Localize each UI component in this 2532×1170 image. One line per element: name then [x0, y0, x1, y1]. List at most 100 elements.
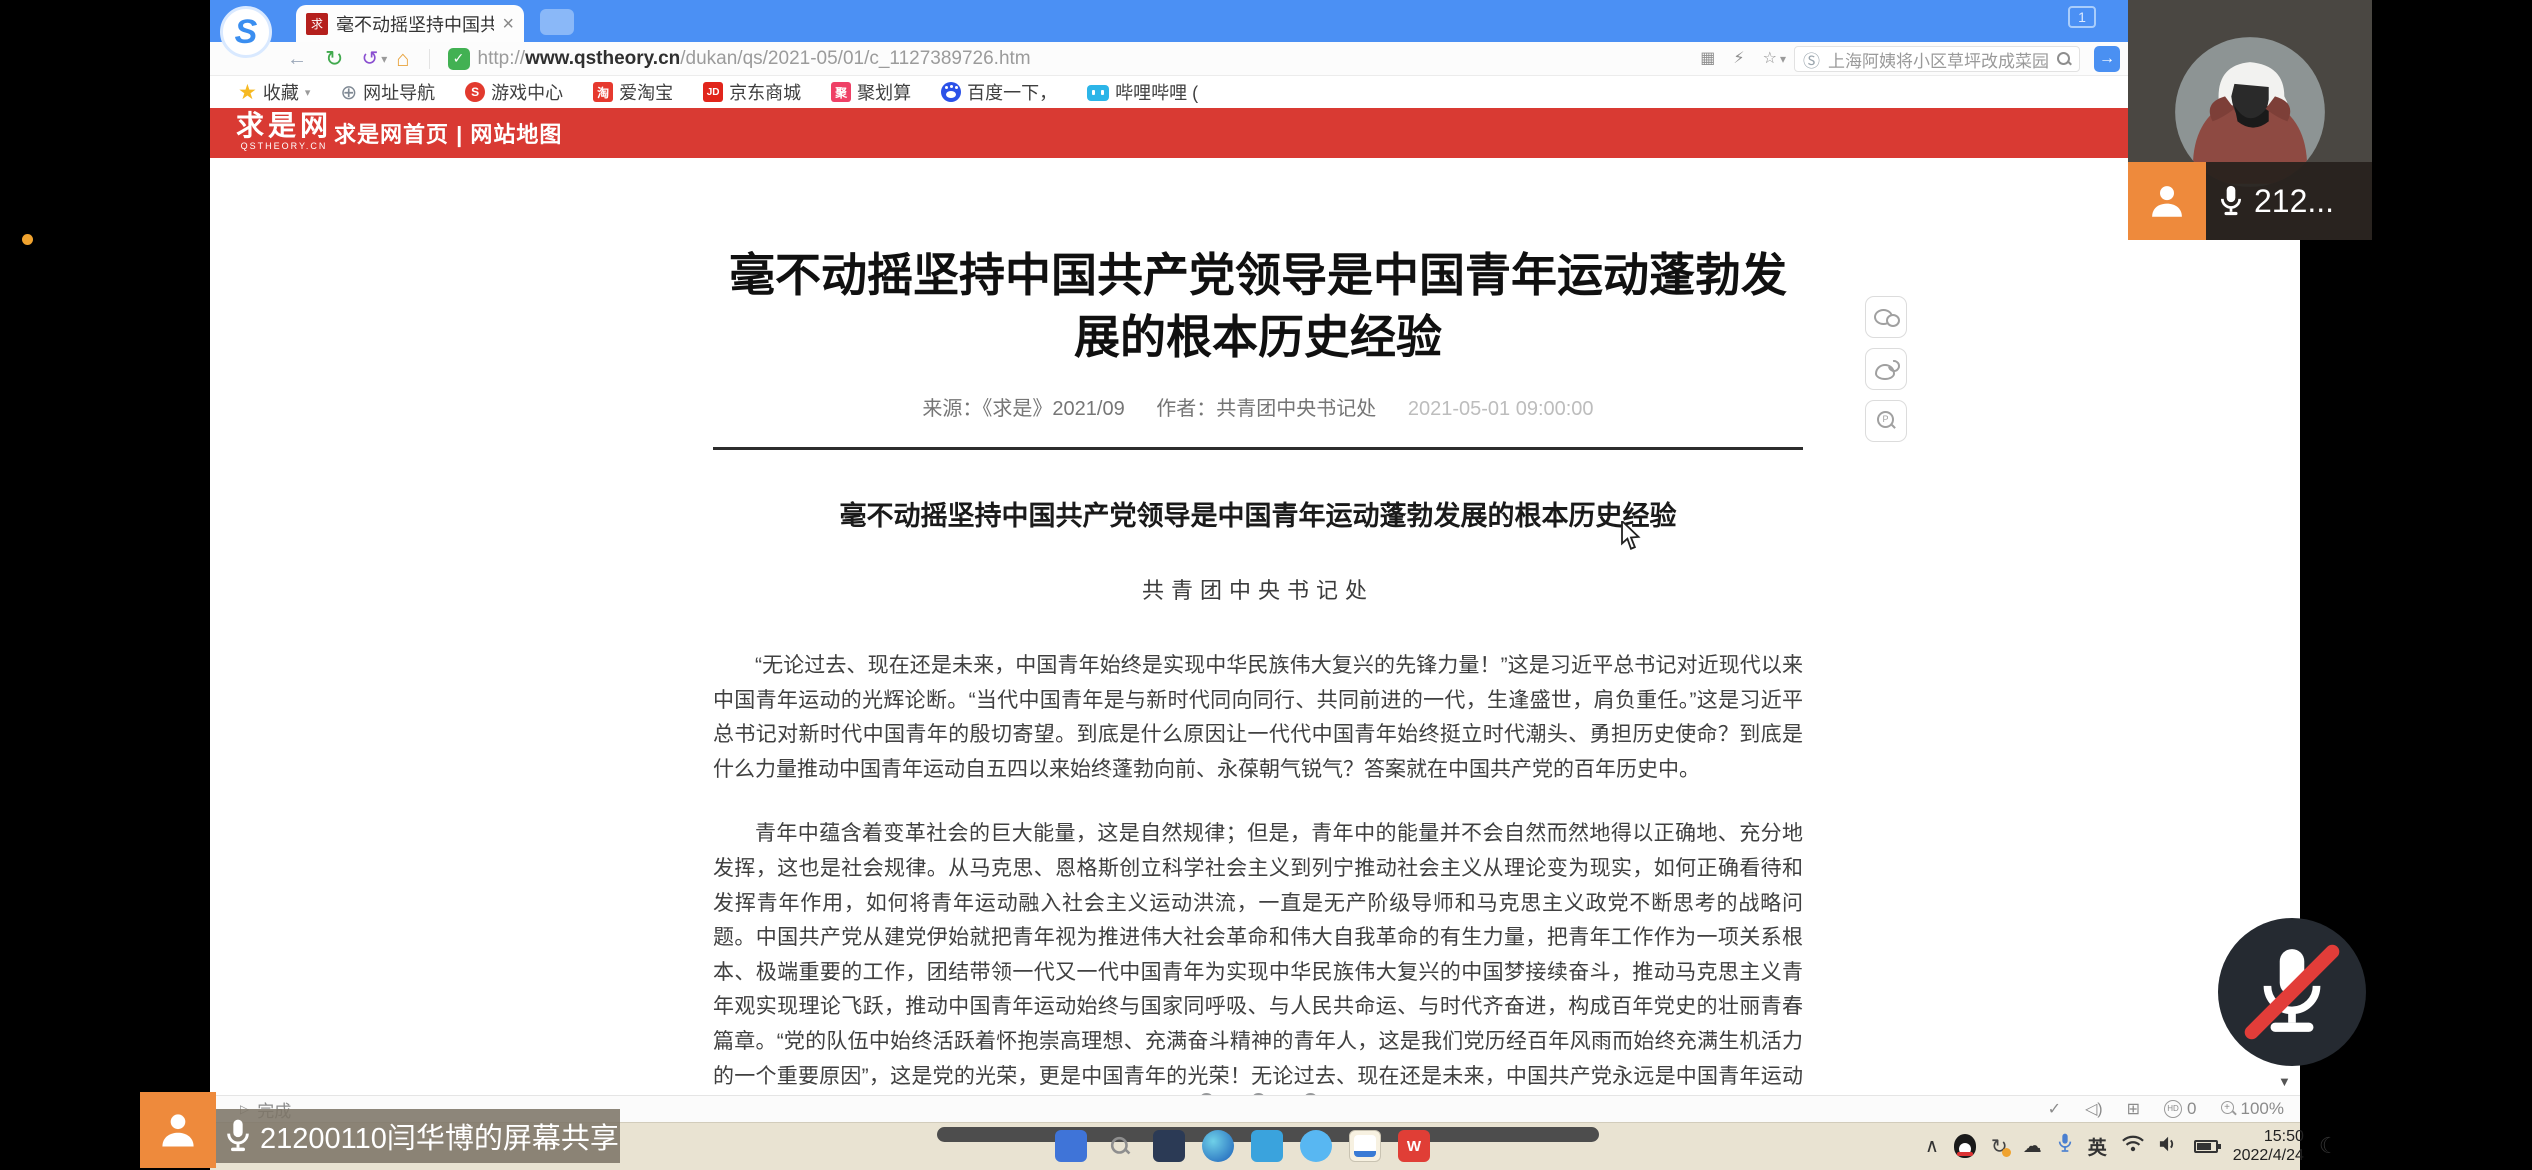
reload-icon[interactable]: ↻ [325, 44, 343, 74]
screen-share-label: 21200110闫华博的屏幕共享 [260, 1115, 619, 1157]
participant-video-thumbnail[interactable]: 212... [2128, 0, 2372, 240]
participant-role-badge [2128, 162, 2206, 240]
status-case-icon[interactable]: ⊞ [2127, 1099, 2140, 1119]
sogou-browser-logo[interactable]: S [220, 6, 272, 58]
tray-date: 2022/4/24 [2233, 1146, 2304, 1165]
annotation-dot [22, 234, 33, 245]
wechat-icon [1874, 309, 1898, 325]
participant-name-bar: 212... [2206, 162, 2372, 240]
tray-time: 15:50 [2233, 1127, 2304, 1146]
sogou-search-icon: Ⓢ [1803, 47, 1820, 72]
tray-battery-icon[interactable] [2194, 1140, 2218, 1153]
meeting-screen-share-view: 求 毫不动摇坚持中国共产... × 1 S ← ↻ ↺ ▾ ⌂ ✓ http:/… [0, 0, 2532, 1170]
article-timestamp: 2021-05-01 09:00:00 [1408, 398, 1594, 420]
bookmark-nav-site[interactable]: ⊕网址导航 [340, 79, 435, 105]
star-icon: ★ [238, 80, 257, 105]
tray-cloud-icon[interactable]: ☁ [2023, 1135, 2042, 1158]
article-title: 毫不动摇坚持中国共产党领导是中国青年运动蓬勃发展的根本历史经验 [713, 244, 1803, 368]
address-bar[interactable]: http://www.qstheory.cn/dukan/qs/2021-05/… [478, 48, 1031, 70]
statusbar-collapse-icon[interactable]: ▼ [2278, 1074, 2291, 1089]
taskbar-app-qq[interactable] [1300, 1130, 1332, 1162]
share-weibo-button[interactable] [1865, 348, 1907, 390]
back-icon[interactable]: ← [287, 44, 307, 74]
new-tab-button[interactable] [540, 9, 574, 35]
taskbar-app-files[interactable] [1055, 1130, 1087, 1162]
tab-list-icon[interactable]: 1 [2068, 6, 2096, 28]
share-search-button[interactable] [1865, 400, 1907, 442]
taskbar-app-wps[interactable]: W [1398, 1130, 1430, 1162]
site-nav-links[interactable]: 求是网首页 | 网站地图 [334, 108, 562, 158]
tab-favicon: 求 [306, 13, 328, 35]
tray-qq-icon[interactable] [1954, 1134, 1976, 1158]
taskbar-app-dark[interactable] [1153, 1130, 1185, 1162]
status-speaker-icon[interactable]: ◁) [2085, 1099, 2103, 1119]
status-zoom[interactable]: 100% [2221, 1099, 2284, 1119]
article: 毫不动摇坚持中国共产党领导是中国青年运动蓬勃发展的根本历史经验 来源：《求是》2… [713, 244, 1803, 1129]
site-security-shield-icon[interactable]: ✓ [448, 48, 470, 70]
taskbar-app-meeting-active[interactable] [1349, 1130, 1381, 1162]
tray-night-mode-icon[interactable]: ☾ [2319, 1133, 2339, 1159]
favorite-star-icon[interactable]: ☆ [1763, 44, 1777, 74]
taskbar-search-icon[interactable] [1104, 1130, 1136, 1162]
status-right-cluster: ✓ ◁) ⊞ HD 0 100% [2048, 1099, 2284, 1119]
tray-wifi-icon[interactable] [2122, 1135, 2144, 1157]
tray-ime-indicator[interactable]: 英 [2088, 1133, 2107, 1160]
person-icon [2146, 180, 2188, 222]
bookmark-baidu[interactable]: 百度一下， [941, 79, 1057, 105]
bookmark-game-center[interactable]: S游戏中心 [465, 79, 563, 105]
article-divider [713, 447, 1803, 450]
qstheory-logo[interactable]: 求是网 QSTHEORY.CN [236, 111, 332, 152]
zoom-in-icon [2221, 1101, 2237, 1117]
star-dropdown-icon[interactable]: ▾ [1780, 52, 1786, 66]
bookmark-jd[interactable]: JD京东商城 [703, 79, 801, 105]
bookmark-juhuasuan[interactable]: 聚聚划算 [831, 79, 911, 105]
qrcode-icon[interactable]: ▦ [1700, 44, 1715, 74]
browser-tab-bar: 求 毫不动摇坚持中国共产... × 1 [210, 0, 2300, 42]
hot-search-text[interactable]: 上海阿姨将小区草坪改成菜园 [1828, 47, 2049, 72]
article-source: 来源：《求是》2021/09 [922, 398, 1124, 420]
search-magnifier-icon[interactable] [2057, 52, 2071, 66]
bookmark-taobao[interactable]: 淘爱淘宝 [593, 79, 673, 105]
tray-mic-icon[interactable] [2057, 1132, 2073, 1160]
globe-icon: ⊕ [340, 80, 357, 105]
taskbar-app-edge[interactable] [1202, 1130, 1234, 1162]
bookmark-favorites[interactable]: ★收藏▾ [238, 79, 310, 105]
undo-icon[interactable]: ↺ [361, 44, 378, 74]
taobao-icon: 淘 [593, 82, 613, 102]
article-meta: 来源：《求是》2021/09 作者：共青团中央书记处 2021-05-01 09… [713, 392, 1803, 421]
article-byline: 共青团中央书记处 [713, 573, 1803, 605]
toolbar-right-cluster: ▦ ⚡ ☆ ▾ Ⓢ 上海阿姨将小区草坪改成菜园 → [1691, 42, 2120, 76]
undo-dropdown-icon[interactable]: ▾ [381, 52, 387, 66]
juhuasuan-icon: 聚 [831, 82, 851, 102]
person-icon [156, 1108, 200, 1152]
flash-icon[interactable]: ⚡ [1733, 44, 1744, 74]
tab-title: 毫不动摇坚持中国共产... [336, 11, 494, 37]
home-icon[interactable]: ⌂ [396, 44, 409, 74]
magnifier-p-icon [1876, 411, 1896, 431]
tray-chevron-up-icon[interactable]: ∧ [1925, 1135, 1939, 1158]
bilibili-icon [1087, 85, 1109, 101]
participant-name: 212... [2254, 183, 2334, 220]
tab-close-icon[interactable]: × [502, 14, 514, 34]
mic-icon [2218, 184, 2244, 218]
search-box[interactable]: Ⓢ 上海阿姨将小区草坪改成菜园 [1794, 46, 2080, 72]
mic-icon [224, 1118, 252, 1154]
tray-sync-icon[interactable]: ↻ [1991, 1134, 2008, 1159]
status-hd-counter: HD 0 [2164, 1099, 2196, 1119]
mouse-cursor [1618, 521, 1644, 551]
tray-clock[interactable]: 15:50 2022/4/24 [2233, 1127, 2304, 1165]
qstheory-site-header: 求是网 QSTHEORY.CN 求是网首页 | 网站地图 [210, 108, 2300, 158]
bookmark-bilibili[interactable]: 哔哩哔哩 ( [1087, 79, 1198, 105]
sharer-role-badge [140, 1092, 216, 1168]
status-shield-icon[interactable]: ✓ [2048, 1099, 2061, 1119]
taskbar-app-icons: W [1055, 1130, 1430, 1162]
participant-info-row: 212... [2128, 162, 2372, 240]
chevron-down-icon: ▾ [305, 86, 311, 99]
browser-tab[interactable]: 求 毫不动摇坚持中国共产... × [296, 5, 524, 42]
tray-speaker-icon[interactable] [2159, 1135, 2179, 1158]
share-wechat-button[interactable] [1865, 296, 1907, 338]
taskbar-app-store[interactable] [1251, 1130, 1283, 1162]
baidu-paw-icon [941, 82, 961, 102]
login-icon[interactable]: → [2094, 46, 2120, 72]
microphone-mute-button[interactable] [2218, 918, 2366, 1066]
